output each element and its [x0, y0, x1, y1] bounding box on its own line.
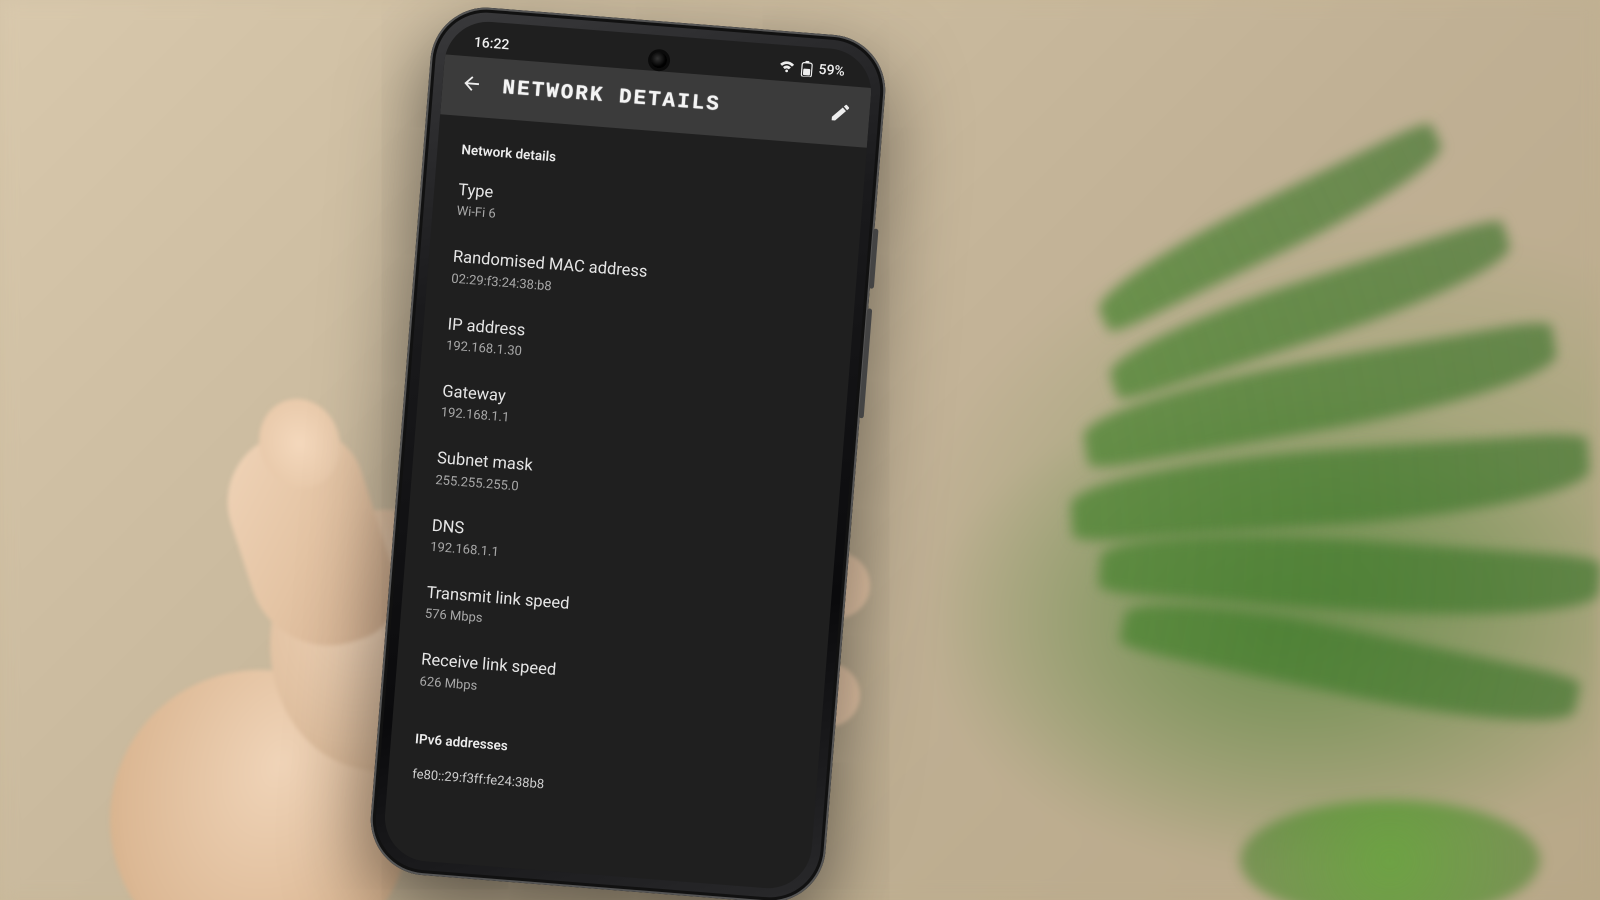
phone-screen[interactable]: 16:22 59% NETWORK DETAILS — [382, 19, 875, 892]
wifi-icon — [778, 61, 795, 74]
phone: 16:22 59% NETWORK DETAILS — [367, 3, 890, 900]
back-button[interactable] — [455, 67, 488, 103]
status-time: 16:22 — [473, 35, 510, 54]
edit-button[interactable] — [824, 96, 857, 132]
battery-percent: 59% — [818, 62, 845, 80]
content-scroll[interactable]: Network details Type Wi-Fi 6 Randomised … — [386, 114, 867, 833]
page-title: NETWORK DETAILS — [502, 77, 811, 124]
battery-icon — [800, 60, 813, 77]
